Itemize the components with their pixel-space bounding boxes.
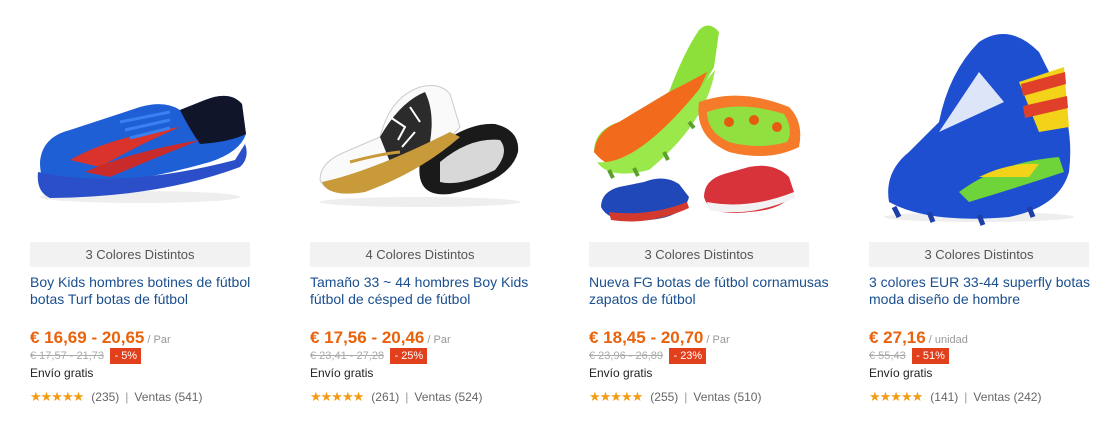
discount-badge: - 51%	[912, 347, 949, 364]
discount-badge: - 23%	[669, 347, 707, 364]
review-count-link[interactable]: (235)	[91, 390, 119, 404]
sales-count: Ventas (541)	[134, 390, 203, 404]
old-price-row: € 55,43 - 51%	[869, 347, 949, 364]
original-price: € 17,57 - 21,73	[30, 349, 105, 362]
old-price-row: € 23,41 - 27,28 - 25%	[310, 347, 428, 364]
shipping-label: Envío gratis	[310, 366, 374, 380]
old-price-row: € 17,57 - 21,73 - 5%	[30, 347, 142, 364]
star-rating-icon[interactable]: ★★★★★	[589, 389, 643, 405]
turf-shoe-white-gold-icon	[319, 85, 520, 207]
product-price: € 18,45 - 20,70	[589, 328, 704, 347]
original-price: € 23,41 - 27,28	[310, 349, 385, 362]
product-card[interactable]: 3 Colores Distintos 3 colores EUR 33-44 …	[869, 0, 1115, 433]
rating-sales-row: ★★★★★ (255) | Ventas (510)	[589, 389, 761, 405]
discount-badge: - 25%	[390, 347, 428, 364]
product-title-link[interactable]: Tamaño 33 ~ 44 hombres Boy Kids fútbol d…	[310, 274, 550, 308]
price-row: € 18,45 - 20,70/ Par	[589, 328, 730, 348]
price-row: € 17,56 - 20,46/ Par	[310, 328, 451, 348]
separator: |	[964, 390, 968, 404]
price-unit: / Par	[706, 334, 730, 346]
color-variants-label[interactable]: 3 Colores Distintos	[30, 242, 250, 267]
star-rating-icon[interactable]: ★★★★★	[30, 389, 84, 405]
color-variants-label[interactable]: 4 Colores Distintos	[310, 242, 530, 267]
product-price: € 17,56 - 20,46	[310, 328, 425, 347]
separator: |	[684, 390, 688, 404]
product-price: € 27,16	[869, 328, 926, 347]
separator: |	[405, 390, 409, 404]
product-image[interactable]	[589, 12, 809, 234]
review-count-link[interactable]: (261)	[371, 390, 399, 404]
product-title-link[interactable]: 3 colores EUR 33-44 superfly botas moda …	[869, 274, 1109, 308]
price-unit: / unidad	[928, 334, 968, 346]
product-title-link[interactable]: Nueva FG botas de fútbol cornamusas zapa…	[589, 274, 829, 308]
product-image[interactable]	[310, 12, 530, 234]
price-unit: / Par	[427, 334, 451, 346]
sales-count: Ventas (510)	[693, 390, 762, 404]
color-variants-label[interactable]: 3 Colores Distintos	[589, 242, 809, 267]
product-title-link[interactable]: Boy Kids hombres botines de fútbol botas…	[30, 274, 270, 308]
rating-sales-row: ★★★★★ (235) | Ventas (541)	[30, 389, 202, 405]
price-unit: / Par	[147, 334, 171, 346]
original-price: € 23,96 - 26,89	[589, 349, 664, 362]
product-card[interactable]: 3 Colores Distintos Nueva FG botas de fú…	[589, 0, 839, 433]
review-count-link[interactable]: (255)	[650, 390, 678, 404]
price-row: € 27,16/ unidad	[869, 328, 968, 348]
original-price: € 55,43	[869, 349, 906, 362]
cleats-orange-green-icon	[594, 25, 801, 222]
product-image[interactable]	[869, 12, 1089, 234]
sales-count: Ventas (242)	[973, 390, 1042, 404]
separator: |	[125, 390, 129, 404]
review-count-link[interactable]: (141)	[930, 390, 958, 404]
old-price-row: € 23,96 - 26,89 - 23%	[589, 347, 707, 364]
discount-badge: - 5%	[110, 347, 142, 364]
rating-sales-row: ★★★★★ (141) | Ventas (242)	[869, 389, 1041, 405]
shipping-label: Envío gratis	[869, 366, 933, 380]
price-row: € 16,69 - 20,65/ Par	[30, 328, 171, 348]
sales-count: Ventas (524)	[414, 390, 483, 404]
product-price: € 16,69 - 20,65	[30, 328, 145, 347]
product-image[interactable]	[30, 12, 250, 234]
high-top-cleat-blue-icon	[884, 34, 1074, 226]
turf-shoe-blue-icon	[37, 95, 247, 203]
shipping-label: Envío gratis	[589, 366, 653, 380]
rating-sales-row: ★★★★★ (261) | Ventas (524)	[310, 389, 482, 405]
product-grid: 3 Colores Distintos Boy Kids hombres bot…	[0, 0, 1115, 433]
star-rating-icon[interactable]: ★★★★★	[310, 389, 364, 405]
product-card[interactable]: 4 Colores Distintos Tamaño 33 ~ 44 hombr…	[310, 0, 560, 433]
product-card[interactable]: 3 Colores Distintos Boy Kids hombres bot…	[30, 0, 280, 433]
star-rating-icon[interactable]: ★★★★★	[869, 389, 923, 405]
shipping-label: Envío gratis	[30, 366, 94, 380]
color-variants-label[interactable]: 3 Colores Distintos	[869, 242, 1089, 267]
